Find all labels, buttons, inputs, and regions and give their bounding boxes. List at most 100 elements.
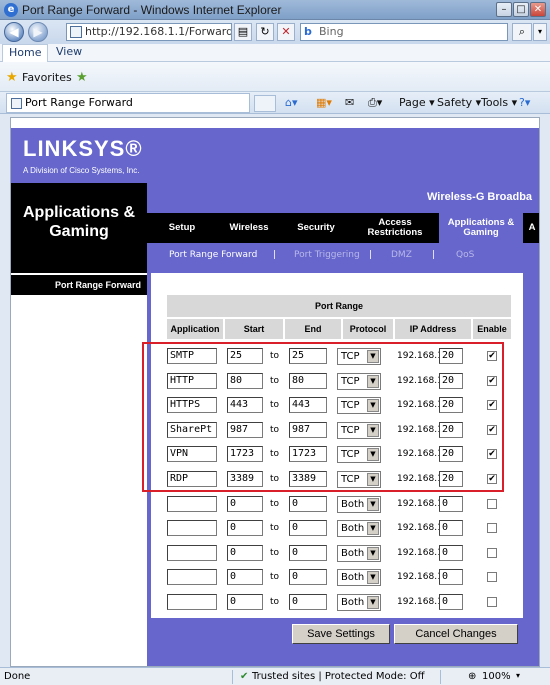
enable-checkbox[interactable] bbox=[487, 597, 497, 607]
start-port-input[interactable]: 0 bbox=[227, 495, 263, 512]
favorites-label[interactable]: Favorites bbox=[22, 71, 72, 84]
tab-applications-gaming[interactable]: Applications & Gaming bbox=[439, 213, 523, 243]
url-text: http://192.168.1.1/Forward.asp bbox=[85, 25, 232, 38]
end-port-input[interactable]: 0 bbox=[289, 495, 327, 512]
subtab-dmz[interactable]: DMZ bbox=[391, 250, 412, 260]
start-port-input[interactable]: 0 bbox=[227, 569, 263, 586]
browser-tab[interactable]: Port Range Forward bbox=[6, 93, 250, 113]
tab-administration[interactable]: A bbox=[523, 213, 539, 243]
zone-text[interactable]: Trusted sites | Protected Mode: Off bbox=[252, 671, 425, 682]
cancel-changes-button[interactable]: Cancel Changes bbox=[394, 624, 518, 644]
print-icon[interactable]: ⎙▾ bbox=[368, 96, 382, 110]
favorites-star-icon[interactable]: ★ bbox=[6, 70, 18, 85]
maximize-button[interactable]: □ bbox=[513, 2, 529, 17]
ip-last-octet-input[interactable]: 0 bbox=[439, 495, 463, 512]
start-port-input[interactable]: 0 bbox=[227, 594, 263, 610]
enable-checkbox[interactable] bbox=[487, 547, 497, 558]
section-title: Applications & Gaming bbox=[22, 204, 135, 240]
table-row: 0 to 0 Both ▼ 192.168.1. 0 bbox=[167, 493, 511, 517]
ip-last-octet-input[interactable]: 0 bbox=[439, 594, 463, 610]
table-row: 0 to 0 Both ▼ 192.168.1. 0 bbox=[167, 566, 511, 590]
subtab-port-triggering[interactable]: Port Triggering bbox=[294, 250, 360, 260]
subtab-qos[interactable]: QoS bbox=[456, 250, 474, 260]
enable-checkbox[interactable] bbox=[487, 498, 497, 509]
start-port-input[interactable]: 0 bbox=[227, 520, 263, 537]
protocol-select[interactable]: Both ▼ bbox=[337, 495, 381, 513]
application-input[interactable] bbox=[167, 495, 217, 512]
page-menu[interactable]: Page ▾ bbox=[399, 96, 435, 109]
status-divider bbox=[440, 670, 441, 684]
button-bar: Save Settings Cancel Changes bbox=[147, 618, 539, 666]
col-application: Application bbox=[167, 319, 223, 339]
stop-icon[interactable]: ✕ bbox=[277, 23, 295, 41]
url-input[interactable]: http://192.168.1.1/Forward.asp bbox=[66, 23, 232, 41]
search-icon[interactable]: ⌕ bbox=[512, 23, 532, 41]
search-placeholder: Bing bbox=[319, 25, 344, 38]
end-port-input[interactable]: 0 bbox=[289, 594, 327, 610]
col-end: End bbox=[285, 319, 341, 339]
safety-menu[interactable]: Safety ▾ bbox=[437, 96, 481, 109]
protocol-select[interactable]: Both ▼ bbox=[337, 544, 381, 562]
search-options-icon[interactable]: ▾ bbox=[533, 23, 547, 41]
forward-icon[interactable]: ▶ bbox=[28, 22, 48, 42]
status-text: Done bbox=[4, 671, 31, 682]
tools-menu-label: Tools bbox=[481, 96, 509, 109]
tools-menu[interactable]: Tools ▾ bbox=[481, 96, 517, 109]
end-port-input[interactable]: 0 bbox=[289, 569, 327, 586]
model-name: Wireless-G Broadba bbox=[427, 191, 533, 203]
tab-access-restrictions[interactable]: Access Restrictions bbox=[351, 213, 439, 243]
to-label: to bbox=[270, 547, 280, 558]
enable-checkbox[interactable] bbox=[487, 572, 497, 583]
mail-icon[interactable]: ✉ bbox=[345, 96, 354, 109]
col-enable: Enable bbox=[473, 319, 511, 339]
bing-icon: b bbox=[304, 25, 312, 38]
dropdown-arrow-icon: ▼ bbox=[367, 571, 379, 585]
minimize-button[interactable]: – bbox=[496, 2, 512, 17]
end-port-input[interactable]: 0 bbox=[289, 520, 327, 537]
ip-last-octet-input[interactable]: 0 bbox=[439, 544, 463, 561]
application-input[interactable] bbox=[167, 594, 217, 610]
end-port-input[interactable]: 0 bbox=[289, 544, 327, 561]
refresh-icon[interactable]: ↻ bbox=[256, 23, 274, 41]
new-tab-button[interactable] bbox=[254, 95, 276, 112]
protocol-select[interactable]: Both ▼ bbox=[337, 520, 381, 538]
application-input[interactable] bbox=[167, 569, 217, 586]
ip-last-octet-input[interactable]: 0 bbox=[439, 520, 463, 537]
subtab-separator: | bbox=[369, 250, 373, 260]
tab-home[interactable]: Home bbox=[2, 44, 49, 62]
back-icon[interactable]: ◀ bbox=[4, 22, 24, 42]
address-bar: ◀ ▶ http://192.168.1.1/Forward.asp ▤ ↻ ✕… bbox=[0, 20, 550, 44]
save-settings-button[interactable]: Save Settings bbox=[292, 624, 390, 644]
tab-setup[interactable]: Setup bbox=[147, 213, 217, 243]
dropdown-arrow-icon: ▼ bbox=[367, 522, 379, 536]
tab-security[interactable]: Security bbox=[281, 213, 351, 243]
protocol-select[interactable]: Both ▼ bbox=[337, 569, 381, 587]
add-favorite-icon[interactable]: ★ bbox=[76, 70, 88, 85]
protocol-select[interactable]: Both ▼ bbox=[337, 594, 381, 611]
zoom-menu-icon[interactable]: ▾ bbox=[516, 671, 520, 680]
ip-last-octet-input[interactable]: 0 bbox=[439, 569, 463, 586]
zoom-level[interactable]: 100% bbox=[482, 671, 511, 682]
table-row: 0 to 0 Both ▼ 192.168.1. 0 bbox=[167, 517, 511, 541]
protocol-value: Both bbox=[341, 547, 365, 559]
zoom-icon[interactable]: ⊕ bbox=[468, 671, 476, 682]
close-button[interactable]: ✕ bbox=[530, 2, 546, 17]
application-input[interactable] bbox=[167, 520, 217, 537]
tab-wireless[interactable]: Wireless bbox=[217, 213, 281, 243]
home-icon[interactable]: ⌂▾ bbox=[285, 96, 298, 109]
start-port-input[interactable]: 0 bbox=[227, 544, 263, 561]
subtab-separator: | bbox=[432, 250, 436, 260]
sub-tabs: Port Range Forward | Port Triggering | D… bbox=[147, 243, 539, 273]
search-input[interactable]: b Bing bbox=[300, 23, 508, 41]
enable-checkbox[interactable] bbox=[487, 523, 497, 534]
subtab-port-range-forward[interactable]: Port Range Forward bbox=[169, 250, 257, 260]
rss-icon[interactable]: ▦▾ bbox=[316, 96, 332, 109]
help-icon[interactable]: ?▾ bbox=[519, 96, 530, 109]
safety-menu-label: Safety bbox=[437, 96, 473, 109]
nav-purple: Wireless-G Broadba Setup Wireless Securi… bbox=[147, 183, 539, 273]
dropdown-arrow-icon: ▼ bbox=[367, 497, 379, 511]
compat-view-icon[interactable]: ▤ bbox=[234, 23, 252, 41]
table-row: 0 to 0 Both ▼ 192.168.1. 0 bbox=[167, 591, 511, 615]
application-input[interactable] bbox=[167, 544, 217, 561]
tab-view[interactable]: View bbox=[50, 44, 88, 62]
